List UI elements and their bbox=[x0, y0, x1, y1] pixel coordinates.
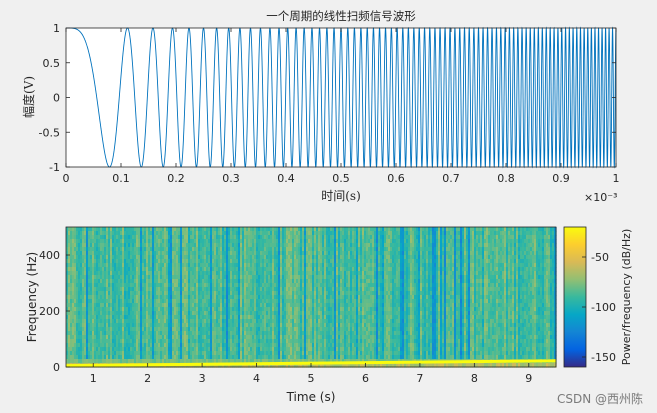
waveform-x-tick-label: 0.3 bbox=[222, 172, 240, 185]
spectrogram-image bbox=[66, 227, 557, 368]
waveform-x-tick-label: 0.1 bbox=[112, 172, 130, 185]
waveform-x-tick-label: 0.6 bbox=[387, 172, 405, 185]
spectrogram-plot: 123456789 0200400 Time (s) Frequency (Hz… bbox=[25, 226, 557, 404]
waveform-y-label: 幅度(V) bbox=[21, 76, 36, 118]
figure: 0 0.1 0.2 0.3 0.4 0.5 0.6 0.7 0.8 0.9 1 1 0.5 0 -0.5 -… bbox=[21, 9, 633, 404]
waveform-x-tick-label: 0.8 bbox=[497, 172, 515, 185]
waveform-x-tick-label: 0.2 bbox=[167, 172, 185, 185]
waveform-x-tick-label: 0.4 bbox=[277, 172, 295, 185]
waveform-x-tick-label: 0.9 bbox=[552, 172, 570, 185]
waveform-y-tick-label: 0 bbox=[53, 92, 60, 105]
waveform-x-exponent: ×10⁻³ bbox=[584, 191, 617, 204]
waveform-y-tick-label: 0.5 bbox=[43, 57, 61, 70]
waveform-x-tick-label: 0.5 bbox=[332, 172, 350, 185]
waveform-title: 一个周期的线性扫频信号波形 bbox=[266, 9, 416, 23]
waveform-y-tick-label: -0.5 bbox=[39, 126, 60, 139]
waveform-plot: 0 0.1 0.2 0.3 0.4 0.5 0.6 0.7 0.8 0.9 1 1 0.5 0 -0.5 -… bbox=[21, 9, 620, 204]
waveform-x-label: 时间(s) bbox=[321, 189, 361, 203]
waveform-x-tick-label: 0 bbox=[63, 172, 70, 185]
waveform-x-tick-label: 1 bbox=[613, 172, 620, 185]
waveform-x-tick-label: 0.7 bbox=[442, 172, 460, 185]
waveform-y-tick-label: -1 bbox=[49, 161, 60, 174]
waveform-y-tick-label: 1 bbox=[53, 22, 60, 35]
